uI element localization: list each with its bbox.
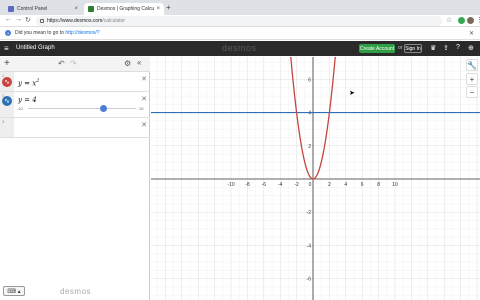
graph-settings-wrench-icon[interactable]: 🔧	[466, 59, 478, 71]
desmos-watermark: desmos	[60, 287, 92, 296]
did-you-mean-infobar: ? Did you mean to go to http://desmos/? …	[0, 27, 480, 40]
graph-title[interactable]: Untitled Graph	[16, 45, 55, 51]
url-host: https://www.desmos.com	[47, 18, 103, 24]
x-tick-label: 10	[392, 182, 398, 188]
language-globe-icon[interactable]: ⊕	[468, 44, 474, 52]
x-tick-label: 8	[377, 182, 380, 188]
collapse-panel-icon[interactable]: «	[137, 58, 141, 67]
x-tick-label: -6	[262, 182, 267, 188]
search-suggestion-icon: ?	[5, 30, 11, 36]
y-tick-label: -6	[307, 277, 312, 283]
x-tick-label: 2	[328, 182, 331, 188]
slider-track[interactable]	[28, 108, 136, 109]
delete-expression-icon[interactable]: ✕	[141, 75, 147, 83]
tab-close-icon[interactable]: ×	[156, 6, 160, 12]
new-tab-button[interactable]: +	[166, 3, 171, 12]
url-path: /calculator	[102, 18, 126, 24]
expression-row[interactable]: 1 ∿ y = x2 ✕	[0, 72, 150, 92]
x-tick-label: -4	[278, 182, 283, 188]
extension-icon[interactable]	[458, 17, 465, 24]
expression-toolbar: + ↶ ↷ ⚙ «	[0, 57, 150, 72]
add-item-button[interactable]: +	[4, 58, 10, 69]
graph-canvas[interactable]: -10 -8 -6 -4 -2 0 2 4 6 8 10 6 4 2 -2 -4 -6	[151, 57, 480, 300]
redo-icon[interactable]: ↷	[70, 59, 77, 68]
expression-index: 3	[2, 119, 5, 124]
expression-latex: y = x	[18, 79, 37, 88]
slider-max[interactable]: 10	[139, 106, 143, 111]
back-icon[interactable]: ←	[5, 16, 12, 23]
expression-exponent: 2	[36, 78, 40, 84]
graph-paper[interactable]: -10 -8 -6 -4 -2 0 2 4 6 8 10 6 4 2 -2 -4 -6 🔧 + −	[151, 57, 480, 300]
zoom-out-icon[interactable]: −	[466, 86, 478, 98]
x-tick-label: 6	[361, 182, 364, 188]
expression-row[interactable]: 2 ∿ y = 4 ✕ -10 10	[0, 92, 150, 118]
help-icon[interactable]: ?	[456, 44, 460, 51]
tab-close-icon[interactable]: ×	[74, 6, 78, 12]
delete-expression-icon[interactable]: ✕	[141, 95, 147, 103]
tab-label: Control Panel	[17, 6, 48, 12]
trophy-icon[interactable]: ♛	[430, 44, 436, 52]
slider-thumb[interactable]	[100, 105, 107, 112]
profile-avatar[interactable]	[467, 17, 474, 24]
keyboard-toggle[interactable]: ⌨ ▴	[3, 286, 25, 296]
desmos-header: ≡ Untitled Graph desmos Create Account o…	[0, 41, 480, 56]
browser-tab-bar: Control Panel × Desmos | Graphing Calcul…	[0, 0, 480, 15]
infobar-text: Did you mean to go to	[15, 30, 64, 36]
slider-min[interactable]: -10	[17, 106, 23, 111]
x-tick-label: 4	[344, 182, 347, 188]
tab-desmos[interactable]: Desmos | Graphing Calculato ×	[84, 3, 164, 15]
undo-icon[interactable]: ↶	[58, 59, 65, 68]
desmos-logo: desmos	[222, 43, 257, 53]
x-tick-label: -10	[227, 182, 234, 188]
sign-in-button[interactable]: Sign In	[404, 44, 422, 53]
browser-toolbar: ← → ↻ https://www.desmos.com/calculator …	[0, 15, 480, 27]
expression-input[interactable]: y = x2	[18, 78, 39, 87]
bookmark-star-icon[interactable]: ☆	[446, 16, 452, 24]
lock-icon	[40, 19, 44, 23]
reload-icon[interactable]: ↻	[25, 16, 31, 24]
tab-label: Desmos | Graphing Calculato	[97, 6, 155, 12]
y-tick-label: 4	[308, 111, 311, 117]
graph-color-toggle-icon[interactable]: ∿	[2, 96, 12, 106]
keyboard-icon[interactable]: ⌨ ▴	[3, 286, 25, 296]
graph-color-toggle-icon[interactable]: ∿	[2, 77, 12, 87]
delete-expression-icon[interactable]: ✕	[141, 121, 147, 129]
y-tick-label: -4	[307, 243, 312, 249]
or-label: or	[398, 45, 403, 51]
share-icon[interactable]: ⇪	[443, 44, 449, 52]
y-tick-label: 6	[308, 77, 311, 83]
desmos-favicon-icon	[88, 6, 94, 12]
infobar-link[interactable]: http://desmos/?	[65, 30, 99, 36]
x-tick-label: -2	[294, 182, 299, 188]
infobar-close-icon[interactable]: ✕	[469, 30, 474, 37]
create-account-button[interactable]: Create Account	[359, 44, 395, 53]
expression-panel: + ↶ ↷ ⚙ « 1 ∿ y = x2 ✕ 2 ∿ y = 4 ✕ -10 1…	[0, 57, 150, 300]
hamburger-menu-icon[interactable]: ≡	[4, 44, 9, 53]
tab-control-panel[interactable]: Control Panel ×	[4, 3, 82, 15]
y-tick-label: 2	[308, 144, 311, 150]
expression-input[interactable]: y = 4	[18, 96, 37, 104]
forward-icon[interactable]: →	[15, 16, 22, 23]
expression-row[interactable]: 3 ✕	[0, 118, 150, 138]
control-panel-favicon-icon	[8, 6, 14, 12]
expression-latex: y = 4	[18, 96, 37, 104]
x-tick-label: 0	[309, 182, 312, 188]
y-tick-label: -2	[307, 210, 312, 216]
mouse-cursor-icon: ➤	[349, 90, 355, 97]
x-tick-label: -8	[245, 182, 250, 188]
zoom-in-icon[interactable]: +	[466, 73, 478, 85]
browser-menu-icon[interactable]: ⋮	[476, 16, 480, 24]
gear-icon[interactable]: ⚙	[124, 59, 131, 68]
address-bar[interactable]: https://www.desmos.com/calculator	[36, 16, 442, 26]
